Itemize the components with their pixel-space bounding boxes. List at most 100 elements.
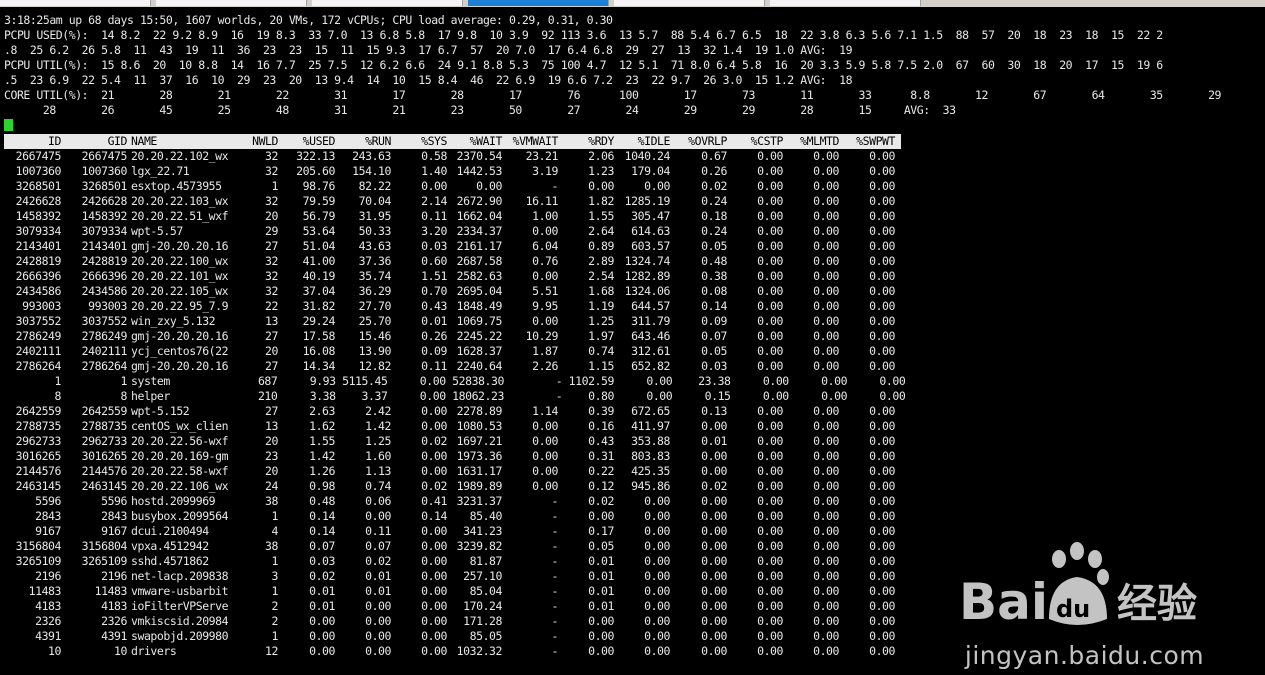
cell-vmwait: 1.00	[532, 209, 558, 223]
cell-idle: 1324.06	[624, 284, 671, 298]
cell-swpwt: 0.00	[869, 269, 895, 283]
cell-vmwait: 0.00	[532, 449, 558, 463]
cell-id: 4391	[35, 629, 61, 643]
cell-nwld: 1	[271, 584, 279, 598]
session-tab[interactable]	[614, 0, 765, 6]
column-header-ovrlp: %OVRLP	[688, 134, 727, 148]
cell-name: 20.20.20.169-gm	[131, 449, 229, 463]
cell-wait: 1989.89	[456, 479, 503, 493]
cell-used: 16.08	[302, 344, 336, 358]
cell-gid: 10	[114, 644, 127, 658]
cell-sys: 0.00	[421, 644, 447, 658]
cell-ovrlp: 0.01	[701, 434, 727, 448]
cell-mlmtd: 0.00	[813, 344, 839, 358]
cell-swpwt: 0.00	[869, 179, 895, 193]
cell-gid: 2196	[101, 569, 127, 583]
column-header-used: %USED	[302, 134, 336, 148]
cell-gid: 3265109	[81, 554, 128, 568]
cell-ovrlp: 0.00	[701, 494, 727, 508]
cell-gid: 2143401	[81, 239, 128, 253]
cell-id: 9167	[35, 524, 61, 538]
cell-idle: 0.00	[644, 644, 670, 658]
cell-run: 0.07	[365, 539, 391, 553]
cell-nwld: 32	[265, 269, 278, 283]
cell-rdy: 0.00	[588, 509, 614, 523]
core-util-line: CORE UTIL(%): 21 28 21 22 31 17 28 17 76…	[4, 88, 1265, 102]
cell-used: 41.00	[302, 254, 336, 268]
cell-nwld: 3	[271, 569, 279, 583]
column-header-nwld: NWLD	[252, 134, 278, 148]
cell-idle: 411.97	[631, 419, 670, 433]
cell-run: 1.13	[365, 464, 391, 478]
cell-gid: 11483	[94, 584, 128, 598]
cell-ovrlp: 0.02	[701, 479, 727, 493]
cell-run: 0.00	[365, 509, 391, 523]
cell-sys: 0.11	[421, 359, 447, 373]
cell-mlmtd: 0.00	[813, 524, 839, 538]
cell-mlmtd: 0.00	[813, 224, 839, 238]
cell-vmwait: 1.14	[532, 404, 558, 418]
cell-ovrlp: 0.05	[701, 344, 727, 358]
cell-swpwt: 0.00	[869, 479, 895, 493]
cell-ovrlp: 0.00	[701, 509, 727, 523]
session-tab[interactable]	[156, 0, 307, 6]
cell-idle: 0.00	[644, 614, 670, 628]
cell-id: 2463145	[15, 479, 62, 493]
cell-mlmtd: 0.00	[813, 209, 839, 223]
cell-nwld: 1	[271, 629, 279, 643]
cell-rdy: 1.23	[588, 164, 614, 178]
cell-sys: 1.40	[421, 164, 447, 178]
cell-run: 0.74	[365, 479, 391, 493]
cell-id: 3037552	[15, 314, 62, 328]
cell-rdy: 1.25	[588, 314, 614, 328]
cell-sys: 0.00	[421, 419, 447, 433]
cell-sys: 0.00	[421, 569, 447, 583]
cell-rdy: 0.00	[588, 614, 614, 628]
cell-id: 8	[54, 389, 62, 403]
session-tab[interactable]	[312, 0, 463, 6]
cell-run: 0.00	[365, 629, 391, 643]
cell-mlmtd: 0.00	[813, 284, 839, 298]
cell-run: 1.60	[365, 449, 391, 463]
cell-gid: 2402111	[81, 344, 128, 358]
cell-ovrlp: 0.08	[701, 284, 727, 298]
cell-wait: 1973.36	[456, 449, 503, 463]
cell-vmwait: -	[551, 629, 559, 643]
cell-sys: 0.00	[421, 539, 447, 553]
cell-sys: 0.00	[421, 584, 447, 598]
cell-name: helper	[131, 389, 170, 403]
core-util-line-wrap: 28 26 45 25 48 31 21 23 50 27 24 29 29 2…	[4, 103, 956, 117]
cell-run: 50.33	[358, 224, 392, 238]
cell-vmwait: 0.00	[532, 314, 558, 328]
cell-mlmtd: 0.00	[813, 584, 839, 598]
cell-name: vmkiscsid.20984	[131, 614, 229, 628]
cell-gid: 5596	[101, 494, 127, 508]
cell-idle: 644.57	[631, 299, 670, 313]
cell-gid: 2463145	[81, 479, 128, 493]
cell-rdy: 2.54	[588, 269, 614, 283]
cell-swpwt: 0.00	[869, 194, 895, 208]
cell-idle: 0.00	[644, 509, 670, 523]
cell-name: centOS_wx_clien	[131, 419, 229, 433]
cell-rdy: 1.15	[588, 359, 614, 373]
cell-name: 20.20.22.101_wx	[131, 269, 229, 283]
session-tab[interactable]	[0, 0, 151, 6]
cell-run: 37.36	[358, 254, 392, 268]
cell-ovrlp: 0.14	[701, 299, 727, 313]
cell-sys: 0.00	[421, 524, 447, 538]
cell-gid: 3016265	[81, 449, 128, 463]
cell-nwld: 20	[265, 344, 278, 358]
cell-nwld: 32	[265, 284, 278, 298]
cell-sys: 1.51	[421, 269, 447, 283]
cell-swpwt: 0.00	[869, 209, 895, 223]
cell-gid: 2428819	[81, 254, 128, 268]
session-tab-active[interactable]	[468, 0, 609, 6]
cell-vmwait: 0.00	[532, 224, 558, 238]
cell-name: busybox.2099564	[131, 509, 229, 523]
cell-cstp: 0.00	[757, 509, 783, 523]
session-tab[interactable]	[770, 0, 921, 6]
cell-gid: 2642559	[81, 404, 128, 418]
cell-nwld: 24	[265, 479, 278, 493]
cell-swpwt: 0.00	[869, 599, 895, 613]
cell-sys: 0.60	[421, 254, 447, 268]
